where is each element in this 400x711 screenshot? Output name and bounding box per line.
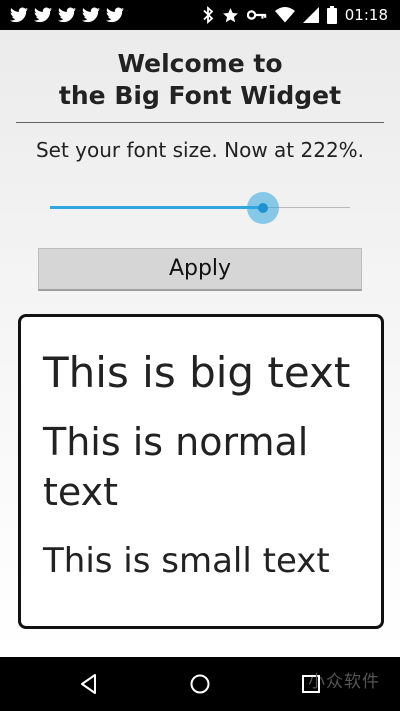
back-icon[interactable] <box>78 673 100 695</box>
big-font-widget-app: Welcome to the Big Font Widget Set your … <box>0 30 400 657</box>
page-title: Welcome to the Big Font Widget <box>0 48 400 112</box>
apply-button[interactable]: Apply <box>38 248 362 291</box>
twitter-icon <box>106 7 124 23</box>
slider-track-fill <box>50 206 263 209</box>
wifi-icon <box>274 7 295 23</box>
title-line-1: Welcome to <box>117 49 283 78</box>
signal-icon <box>302 7 319 23</box>
normal-text-sample: This is normal text <box>43 420 309 514</box>
battery-icon <box>326 6 337 24</box>
clock: 01:18 <box>344 6 388 24</box>
star-icon <box>222 7 239 24</box>
title-line-2: the Big Font Widget <box>58 81 342 110</box>
slider-thumb[interactable] <box>258 203 268 213</box>
font-size-status-text: Set your font size. Now at 222%. <box>35 138 365 162</box>
watermark-text: 小众软件 <box>308 672 380 692</box>
key-icon <box>246 8 267 22</box>
home-icon[interactable] <box>189 673 211 695</box>
twitter-icon <box>34 7 52 23</box>
status-bar: 01:18 <box>0 0 400 30</box>
notification-icons <box>10 7 124 23</box>
twitter-icon <box>10 7 28 23</box>
twitter-icon <box>58 7 76 23</box>
font-preview-box: This is big text This is normal text Thi… <box>18 314 384 629</box>
system-icons: 01:18 <box>202 6 388 24</box>
big-text-sample: This is big text <box>43 348 351 397</box>
small-text-sample: This is small text <box>43 541 330 581</box>
bluetooth-icon <box>202 6 214 24</box>
navigation-bar: 小众软件 <box>0 657 400 711</box>
font-size-slider[interactable] <box>50 192 350 224</box>
twitter-icon <box>82 7 100 23</box>
title-divider <box>16 122 384 123</box>
